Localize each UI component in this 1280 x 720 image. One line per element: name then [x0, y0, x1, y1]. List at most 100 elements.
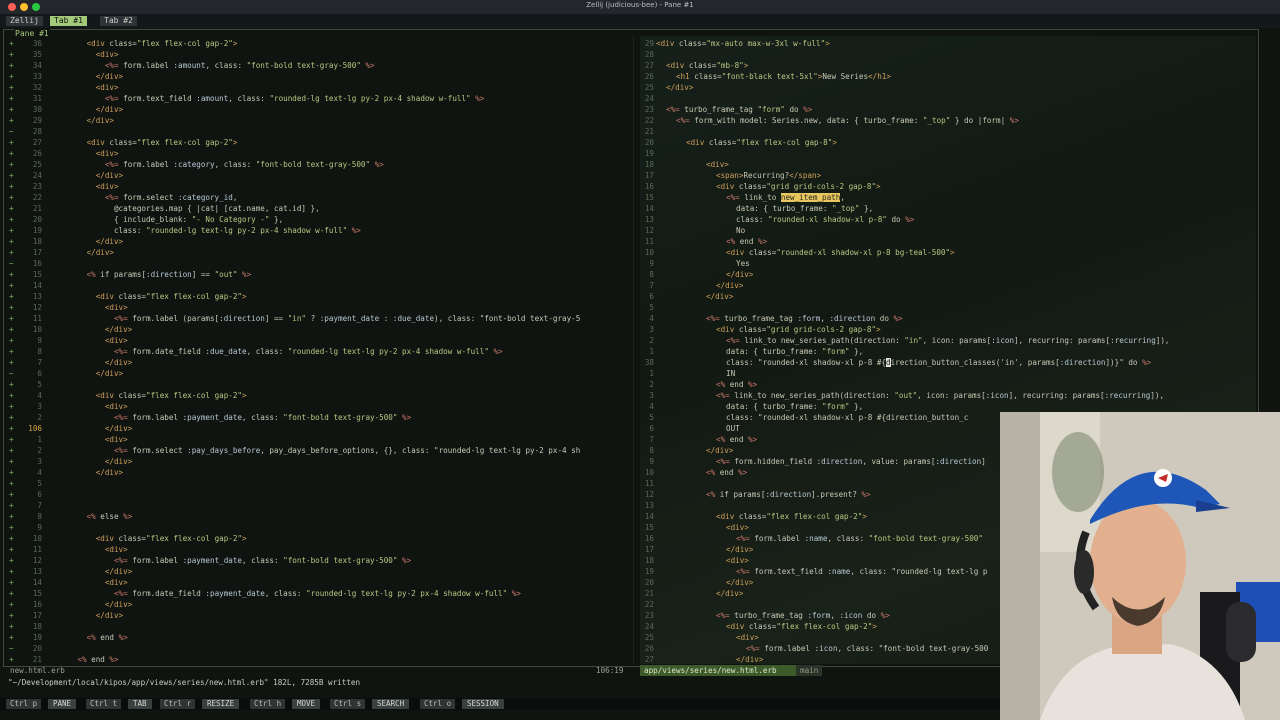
- key-ctrl-h[interactable]: Ctrl h: [250, 699, 286, 709]
- key-ctrl-r[interactable]: Ctrl r: [160, 699, 196, 709]
- code-line: <% end %>: [86, 633, 128, 642]
- code-line: <%= form.text_field :amount, class: "rou…: [104, 94, 485, 103]
- line-number: +10: [4, 533, 44, 544]
- line-number: 1: [649, 369, 654, 378]
- line-number: 7: [649, 281, 654, 290]
- line-number-text: 20: [32, 215, 42, 224]
- line-number-text: 35: [32, 50, 42, 59]
- git-change-marker: +: [9, 611, 14, 620]
- git-change-marker: +: [9, 171, 14, 180]
- line-number: 24: [644, 94, 654, 103]
- code-line: data: { turbo_frame: "_top" },: [736, 204, 874, 213]
- key-ctrl-p[interactable]: Ctrl p: [6, 699, 42, 709]
- git-change-marker: +: [9, 226, 14, 235]
- git-change-marker: +: [9, 435, 14, 444]
- code-line: <%= form.select :pay_days_before, pay_da…: [113, 446, 581, 455]
- git-change-marker: +: [9, 391, 14, 400]
- line-number: 3: [649, 325, 654, 334]
- line-number-text: 26: [32, 149, 42, 158]
- key-resize-label[interactable]: RESIZE: [202, 699, 240, 709]
- line-number: +21: [4, 203, 44, 214]
- key-ctrl-o[interactable]: Ctrl o: [420, 699, 456, 709]
- line-number: 6: [649, 292, 654, 301]
- code-line: <div>: [736, 633, 759, 642]
- key-tab-label[interactable]: TAB: [128, 699, 152, 709]
- key-ctrl-s[interactable]: Ctrl s: [330, 699, 366, 709]
- key-session-label[interactable]: SESSION: [462, 699, 504, 709]
- app-name: Zellij: [6, 16, 43, 26]
- git-change-marker: +: [9, 303, 14, 312]
- code-line: <%= link_to new_series_path(direction: "…: [716, 391, 1165, 400]
- line-number: +21: [4, 654, 44, 665]
- line-number-text: 21: [32, 655, 42, 664]
- line-number: +31: [4, 93, 44, 104]
- line-number-text: 4: [37, 391, 42, 400]
- line-number: 26: [644, 72, 654, 81]
- git-change-marker: +: [9, 248, 14, 257]
- code-line: <div class="flex flex-col gap-2">: [95, 391, 247, 400]
- key-move-label[interactable]: MOVE: [292, 699, 321, 709]
- code-line: <div>: [104, 402, 128, 411]
- git-change-marker: +: [9, 523, 14, 532]
- code-line: <%= form.date_field :due_date, class: "r…: [113, 347, 503, 356]
- code-line: <div class="grid grid-cols-2 gap-8">: [716, 325, 881, 334]
- line-number: +4: [4, 390, 44, 401]
- line-number: 18: [644, 556, 654, 565]
- line-number: 11: [644, 479, 654, 488]
- git-change-marker: +: [9, 105, 14, 114]
- code-line: </div>: [104, 567, 133, 576]
- key-search-label[interactable]: SEARCH: [372, 699, 410, 709]
- git-change-marker: +: [9, 380, 14, 389]
- code-line: </div>: [666, 83, 694, 92]
- code-line: <%= form.label :icon, class: "font-bold …: [746, 644, 989, 653]
- window-titlebar: Zellij (judicious-bee) - Pane #1: [0, 0, 1280, 14]
- search-highlight: new_item_path: [780, 193, 841, 202]
- line-number: 25: [644, 83, 654, 92]
- git-change-marker: +: [9, 336, 14, 345]
- tab-1[interactable]: Tab #1: [50, 16, 87, 26]
- line-number-text: 30: [32, 105, 42, 114]
- git-change-marker: +: [9, 94, 14, 103]
- line-number-text: 23: [32, 182, 42, 191]
- line-number: +1: [4, 434, 44, 445]
- tab-bar: Zellij Tab #1 Tab #2: [0, 14, 1280, 28]
- key-pane-label[interactable]: PANE: [48, 699, 77, 709]
- code-line: { include_blank: "- No Category -" },: [113, 215, 284, 224]
- line-number: 15: [644, 193, 654, 202]
- line-number-text: 3: [37, 402, 42, 411]
- code-line: </div>: [104, 424, 133, 433]
- line-number-text: 3: [37, 457, 42, 466]
- line-number: +16: [4, 599, 44, 610]
- line-number-text: 12: [32, 303, 42, 312]
- line-number: +11: [4, 544, 44, 555]
- line-number: 8: [649, 270, 654, 279]
- code-line: <div class="rounded-xl shadow-xl p-8 bg-…: [726, 248, 955, 257]
- code-line: <div class="mb-8">: [666, 61, 749, 70]
- git-change-marker: ~: [9, 127, 14, 136]
- line-number-text: 13: [32, 292, 42, 301]
- line-number: 7: [649, 435, 654, 444]
- code-line: OUT: [726, 424, 740, 433]
- line-number: +15: [4, 269, 44, 280]
- line-number-text: 2: [37, 446, 42, 455]
- line-number: +29: [4, 115, 44, 126]
- line-number-text: 32: [32, 83, 42, 92]
- git-change-marker: +: [9, 545, 14, 554]
- tab-2[interactable]: Tab #2: [100, 16, 137, 26]
- line-number: +4: [4, 467, 44, 478]
- command-line-message: "~/Development/local/kipos/app/views/ser…: [8, 678, 361, 687]
- line-number: +15: [4, 588, 44, 599]
- code-line: class: "rounded-lg text-lg py-2 px-4 sha…: [113, 226, 361, 235]
- line-number-text: 17: [32, 611, 42, 620]
- code-line: </div>: [726, 545, 754, 554]
- code-line: </div>: [95, 611, 124, 620]
- key-ctrl-t[interactable]: Ctrl t: [86, 699, 122, 709]
- code-line: </div>: [716, 281, 744, 290]
- line-number: +19: [4, 225, 44, 236]
- line-number-text: 19: [32, 633, 42, 642]
- git-change-marker: +: [9, 215, 14, 224]
- code-line: <div class="flex flex-col gap-2">: [95, 534, 247, 543]
- line-number-text: 5: [37, 479, 42, 488]
- code-line: <% end %>: [706, 468, 748, 477]
- line-number-text: 6: [37, 369, 42, 378]
